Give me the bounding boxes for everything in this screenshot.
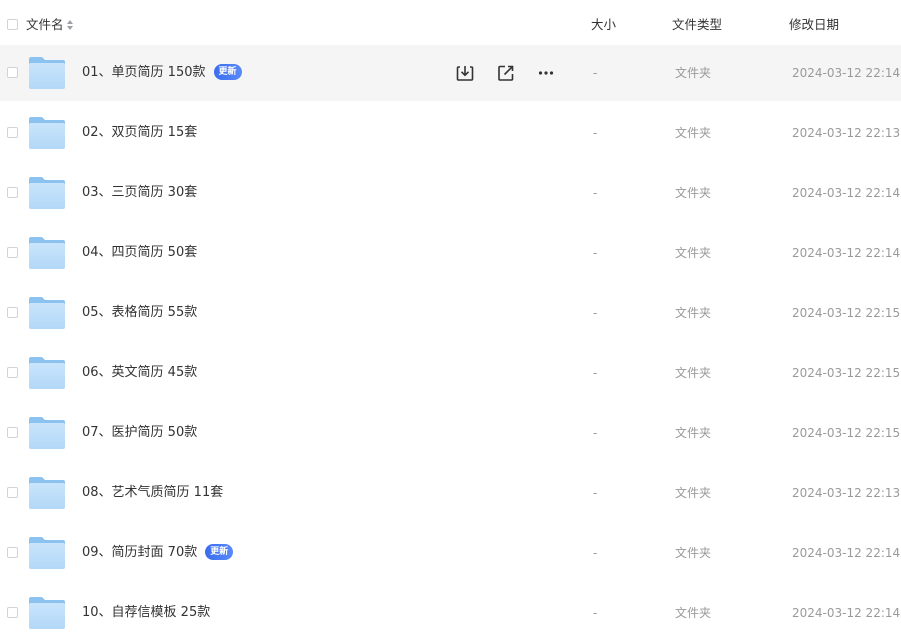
- file-row[interactable]: 03、三页简历 30套 - 文件夹 2024-03-12 22:14: [0, 165, 901, 221]
- file-name[interactable]: 05、表格简历 55款: [82, 304, 197, 322]
- file-name-text[interactable]: 02、双页简历 15套: [82, 125, 197, 140]
- folder-icon[interactable]: [28, 56, 66, 90]
- file-modified-date: 2024-03-12 22:14: [792, 186, 901, 200]
- file-name[interactable]: 06、英文简历 45款: [82, 364, 197, 382]
- file-row[interactable]: 01、单页简历 150款 更新 - 文件夹 2024-03-12 22:14: [0, 45, 901, 101]
- row-checkbox[interactable]: [7, 427, 18, 438]
- file-name[interactable]: 02、双页简历 15套: [82, 124, 197, 142]
- column-header-name[interactable]: 文件名: [26, 17, 64, 33]
- hover-fade: [420, 45, 460, 101]
- file-name-text[interactable]: 08、艺术气质简历 11套: [82, 485, 223, 500]
- folder-icon[interactable]: [28, 536, 66, 570]
- file-type: 文件夹: [675, 246, 712, 260]
- folder-icon[interactable]: [28, 356, 66, 390]
- folder-icon[interactable]: [28, 116, 66, 150]
- file-list-header: 文件名 大小 文件类型 修改日期: [0, 0, 901, 48]
- file-name-text[interactable]: 04、四页简历 50套: [82, 245, 197, 260]
- folder-icon[interactable]: [28, 296, 66, 330]
- file-modified-date: 2024-03-12 22:13: [792, 486, 901, 500]
- file-name[interactable]: 01、单页简历 150款 更新: [82, 63, 242, 82]
- sort-icon[interactable]: [66, 18, 74, 32]
- file-row[interactable]: 08、艺术气质简历 11套 - 文件夹 2024-03-12 22:13: [0, 465, 901, 521]
- column-header-size[interactable]: 大小: [591, 17, 616, 33]
- file-type: 文件夹: [675, 486, 712, 500]
- file-modified-date: 2024-03-12 22:14: [792, 606, 901, 620]
- file-row[interactable]: 10、自荐信模板 25款 - 文件夹 2024-03-12 22:14: [0, 585, 901, 641]
- more-icon[interactable]: [536, 63, 556, 83]
- folder-icon[interactable]: [28, 416, 66, 450]
- file-modified-date: 2024-03-12 22:15: [792, 306, 901, 320]
- file-size: -: [593, 426, 598, 440]
- file-size: -: [593, 486, 598, 500]
- row-checkbox[interactable]: [7, 67, 18, 78]
- file-type: 文件夹: [675, 366, 712, 380]
- file-name-text[interactable]: 07、医护简历 50款: [82, 425, 197, 440]
- select-all-checkbox[interactable]: [7, 19, 18, 30]
- download-icon[interactable]: [455, 63, 475, 83]
- file-row[interactable]: 05、表格简历 55款 - 文件夹 2024-03-12 22:15: [0, 285, 901, 341]
- update-badge: 更新: [205, 543, 234, 560]
- file-name[interactable]: 03、三页简历 30套: [82, 184, 197, 202]
- share-icon[interactable]: [496, 63, 516, 83]
- file-type: 文件夹: [675, 66, 712, 80]
- file-type: 文件夹: [675, 426, 712, 440]
- row-checkbox[interactable]: [7, 307, 18, 318]
- file-modified-date: 2024-03-12 22:15: [792, 426, 901, 440]
- column-header-date[interactable]: 修改日期: [789, 17, 839, 33]
- folder-icon[interactable]: [28, 596, 66, 630]
- file-row[interactable]: 02、双页简历 15套 - 文件夹 2024-03-12 22:13: [0, 105, 901, 161]
- folder-icon[interactable]: [28, 176, 66, 210]
- file-name-text[interactable]: 09、简历封面 70款: [82, 545, 197, 560]
- file-size: -: [593, 366, 598, 380]
- file-name-text[interactable]: 03、三页简历 30套: [82, 185, 197, 200]
- folder-icon[interactable]: [28, 476, 66, 510]
- file-size: -: [593, 546, 598, 560]
- file-modified-date: 2024-03-12 22:14: [792, 546, 901, 560]
- update-badge: 更新: [213, 63, 242, 80]
- file-name[interactable]: 07、医护简历 50款: [82, 424, 197, 442]
- row-checkbox[interactable]: [7, 607, 18, 618]
- row-checkbox[interactable]: [7, 127, 18, 138]
- row-checkbox[interactable]: [7, 247, 18, 258]
- file-modified-date: 2024-03-12 22:14: [792, 66, 901, 80]
- file-name[interactable]: 08、艺术气质简历 11套: [82, 484, 223, 502]
- row-checkbox[interactable]: [7, 547, 18, 558]
- row-checkbox[interactable]: [7, 187, 18, 198]
- file-size: -: [593, 606, 598, 620]
- file-size: -: [593, 306, 598, 320]
- file-size: -: [593, 246, 598, 260]
- file-size: -: [593, 186, 598, 200]
- file-name[interactable]: 10、自荐信模板 25款: [82, 604, 210, 622]
- file-modified-date: 2024-03-12 22:14: [792, 246, 901, 260]
- file-list: 文件名 大小 文件类型 修改日期 01、单页简历 150款 更新 - 文件夹 2024-…: [0, 0, 901, 643]
- file-name-text[interactable]: 01、单页简历 150款: [82, 65, 206, 80]
- file-row[interactable]: 09、简历封面 70款 更新 - 文件夹 2024-03-12 22:14: [0, 525, 901, 581]
- file-size: -: [593, 66, 598, 80]
- file-modified-date: 2024-03-12 22:15: [792, 366, 901, 380]
- row-checkbox[interactable]: [7, 367, 18, 378]
- file-row[interactable]: 04、四页简历 50套 - 文件夹 2024-03-12 22:14: [0, 225, 901, 281]
- file-type: 文件夹: [675, 606, 712, 620]
- file-type: 文件夹: [675, 186, 712, 200]
- file-type: 文件夹: [675, 126, 712, 140]
- column-header-type[interactable]: 文件类型: [672, 17, 722, 33]
- file-type: 文件夹: [675, 546, 712, 560]
- folder-icon[interactable]: [28, 236, 66, 270]
- file-name[interactable]: 09、简历封面 70款 更新: [82, 543, 234, 562]
- file-type: 文件夹: [675, 306, 712, 320]
- file-name-text[interactable]: 06、英文简历 45款: [82, 365, 197, 380]
- file-name[interactable]: 04、四页简历 50套: [82, 244, 197, 262]
- file-row[interactable]: 06、英文简历 45款 - 文件夹 2024-03-12 22:15: [0, 345, 901, 401]
- row-checkbox[interactable]: [7, 487, 18, 498]
- file-modified-date: 2024-03-12 22:13: [792, 126, 901, 140]
- file-row[interactable]: 07、医护简历 50款 - 文件夹 2024-03-12 22:15: [0, 405, 901, 461]
- file-size: -: [593, 126, 598, 140]
- file-name-text[interactable]: 05、表格简历 55款: [82, 305, 197, 320]
- file-name-text[interactable]: 10、自荐信模板 25款: [82, 605, 210, 620]
